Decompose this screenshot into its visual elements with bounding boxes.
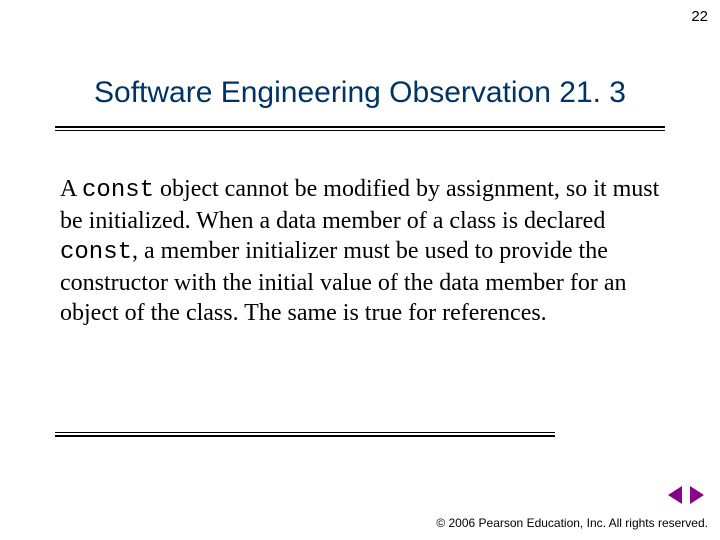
- keyword-const-2: const: [60, 239, 132, 266]
- horizontal-rule-top: [55, 126, 665, 131]
- prev-arrow-icon[interactable]: [668, 486, 682, 504]
- body-text-1: A: [60, 176, 82, 202]
- nav-controls: [668, 486, 704, 504]
- page-number: 22: [691, 8, 708, 25]
- keyword-const-1: const: [82, 177, 154, 204]
- body-paragraph: A const object cannot be modified by ass…: [60, 174, 670, 328]
- body-text-3: , a member initializer must be used to p…: [60, 238, 626, 326]
- horizontal-rule-bottom: [55, 432, 555, 437]
- copyright-text: © 2006 Pearson Education, Inc. All right…: [436, 516, 708, 530]
- slide-title: Software Engineering Observation 21. 3: [0, 76, 720, 110]
- next-arrow-icon[interactable]: [690, 486, 704, 504]
